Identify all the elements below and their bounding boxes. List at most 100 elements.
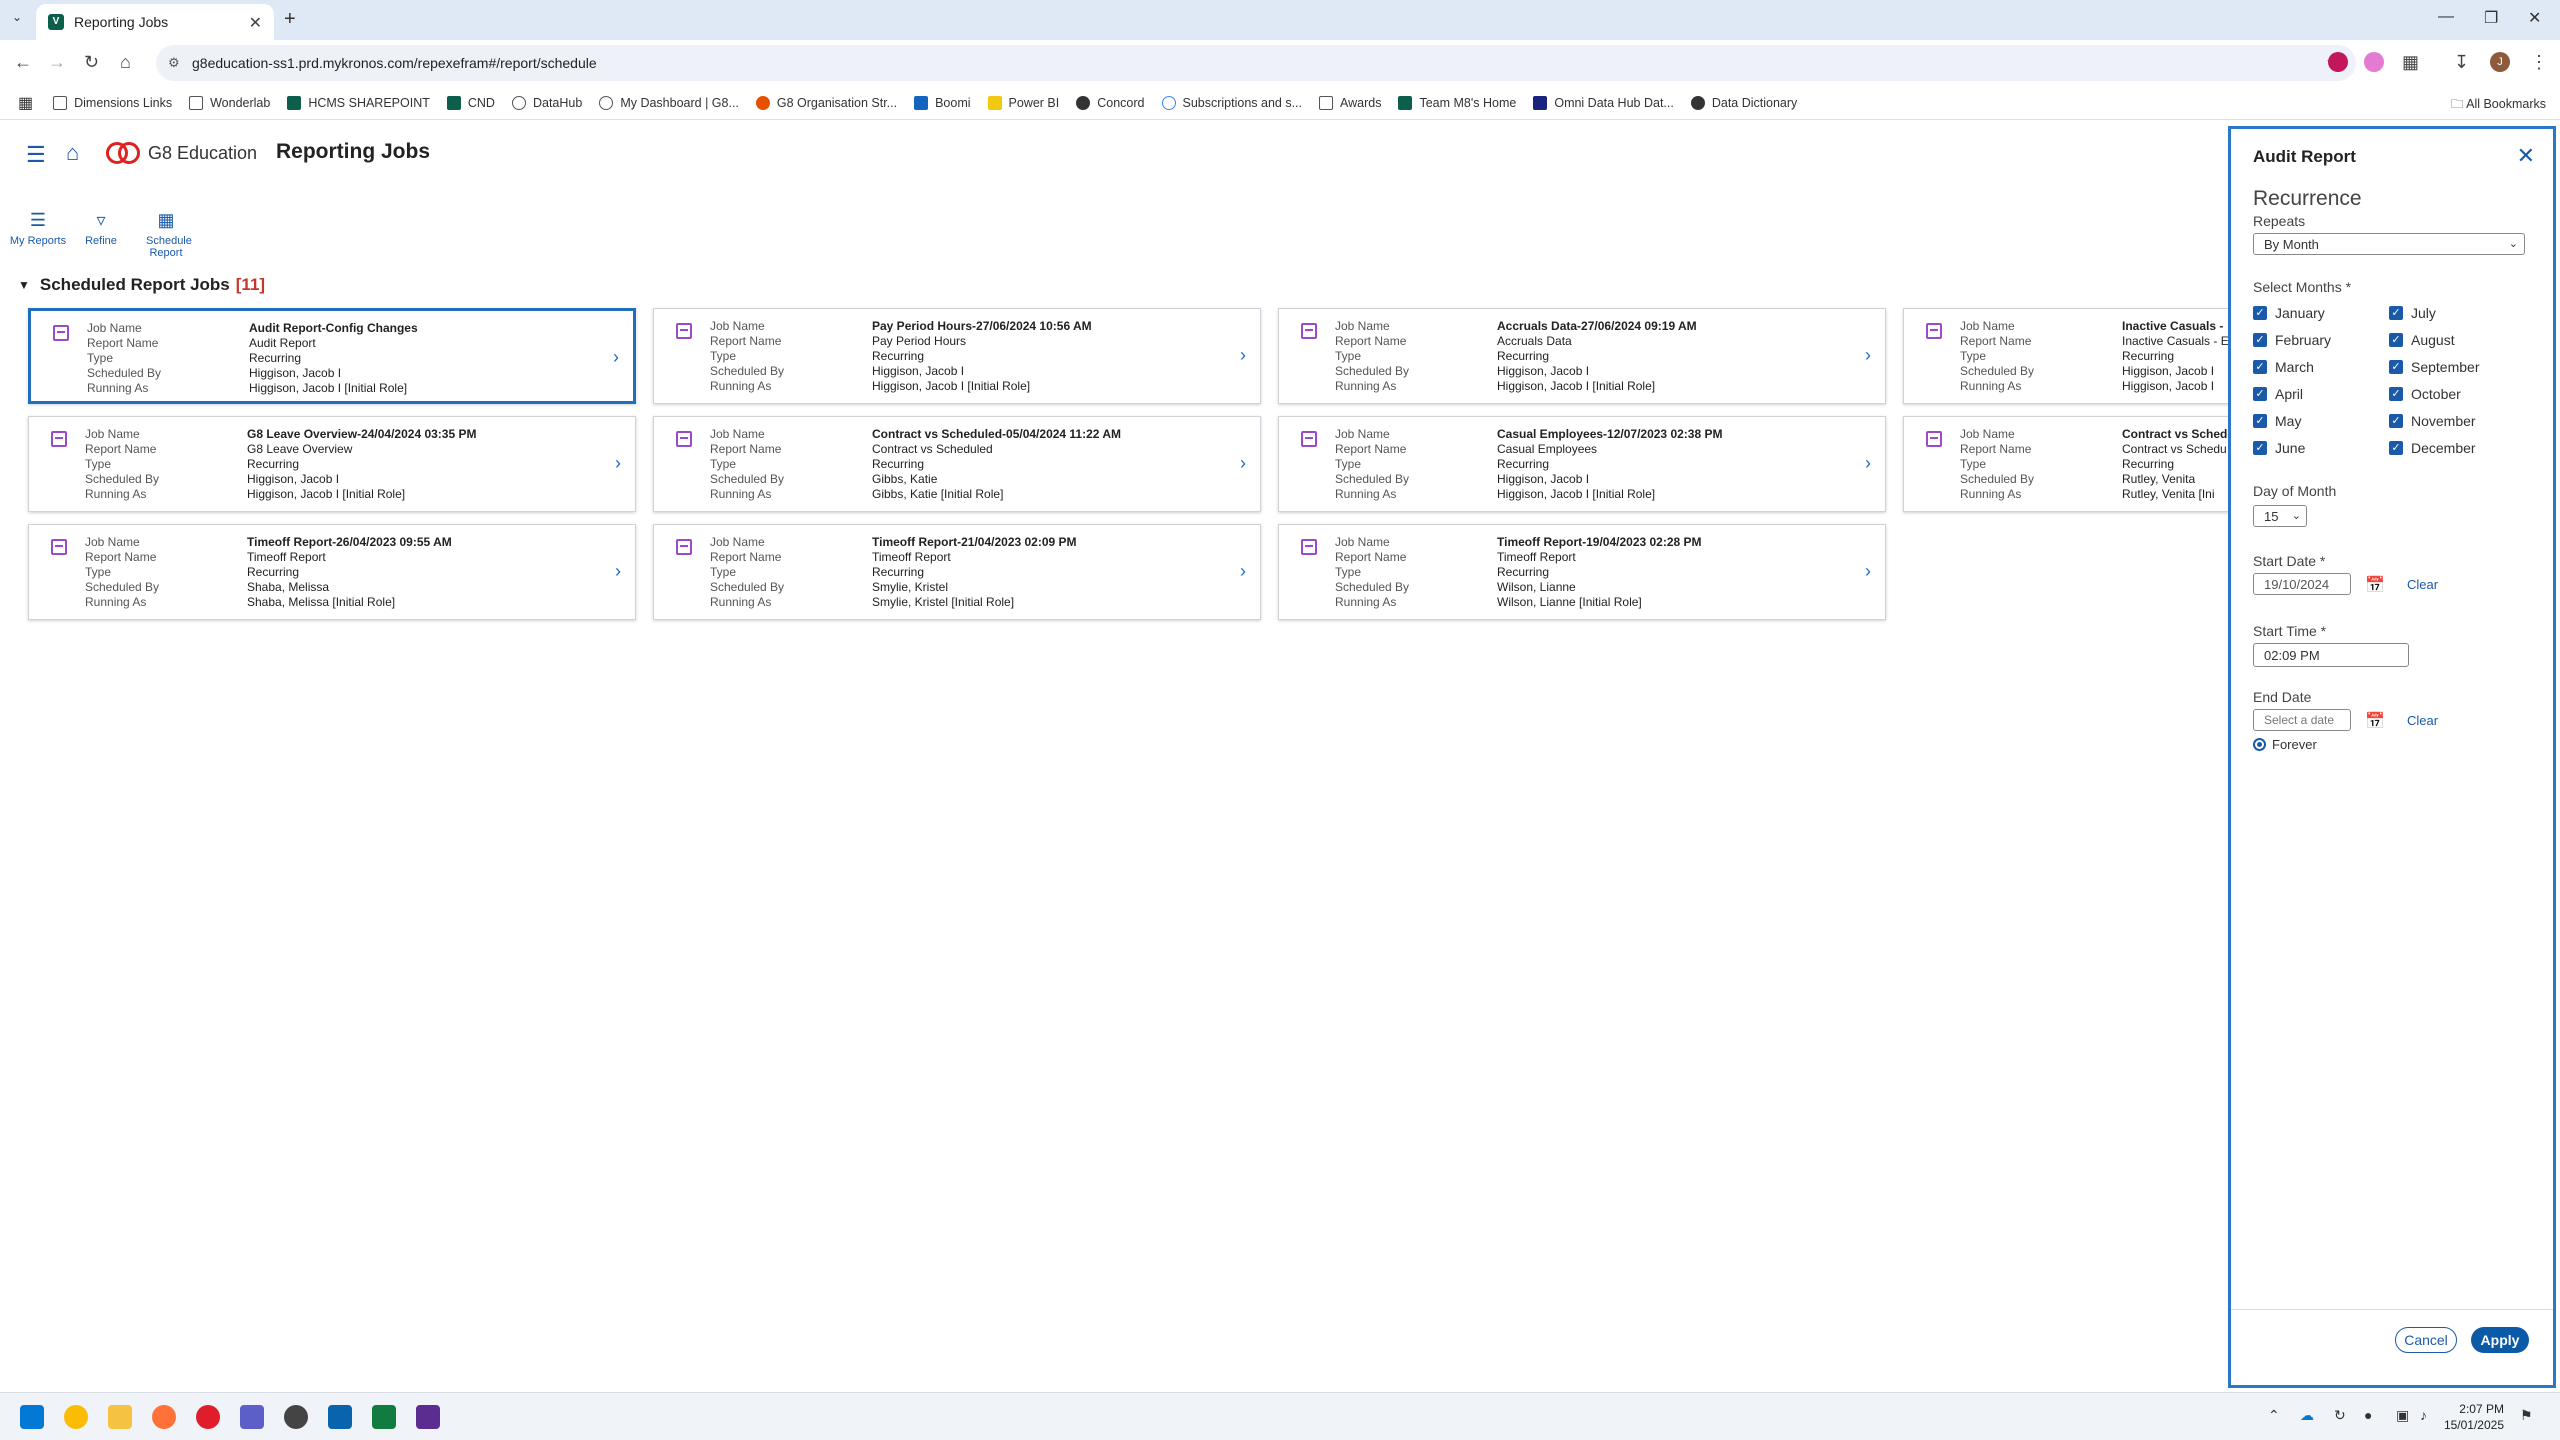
checkbox-checked-icon[interactable]: ✓	[2389, 306, 2403, 320]
checkbox-checked-icon[interactable]: ✓	[2253, 333, 2267, 347]
job-card[interactable]: Job Name Timeoff Report-21/04/2023 02:09 …	[653, 524, 1261, 620]
month-checkbox[interactable]: ✓ May	[2253, 413, 2301, 429]
media-player-icon[interactable]	[196, 1405, 220, 1429]
job-card[interactable]: Job Name Contract vs Scheduled-05/04/2024…	[653, 416, 1261, 512]
field-value: Higgison, Jacob I	[2122, 379, 2215, 393]
start-time-label: Start Time *	[2253, 623, 2327, 639]
field-value: Recurring	[872, 565, 925, 579]
chevron-right-icon[interactable]: ›	[1865, 561, 1871, 582]
chrome-icon[interactable]	[64, 1405, 88, 1429]
field-value: Higgison, Jacob I [Initial Role]	[1497, 379, 1656, 393]
checkbox-checked-icon[interactable]: ✓	[2253, 441, 2267, 455]
end-date-input[interactable]: Select a date	[2253, 709, 2351, 731]
chevron-right-icon[interactable]: ›	[1240, 345, 1246, 366]
field-label: Running As	[85, 487, 147, 501]
checkbox-checked-icon[interactable]: ✓	[2253, 306, 2267, 320]
chevron-right-icon[interactable]: ›	[1865, 345, 1871, 366]
calendar-icon[interactable]: 📅	[2365, 575, 2385, 595]
month-checkbox[interactable]: ✓ September	[2389, 359, 2479, 375]
checkbox-checked-icon[interactable]: ✓	[2389, 441, 2403, 455]
field-label: Running As	[87, 381, 149, 395]
clear-start-date-link[interactable]: Clear	[2407, 577, 2438, 592]
job-card[interactable]: Job Name Contract vs Sched Report Name Cont…	[1903, 416, 2228, 512]
field-label: Type	[85, 457, 112, 471]
outlook-icon[interactable]	[328, 1405, 352, 1429]
teams-icon[interactable]	[240, 1405, 264, 1429]
field-value: Higgison, Jacob I	[1497, 364, 1590, 378]
system-clock[interactable]: 2:07 PM 15/01/2025	[2444, 1401, 2504, 1433]
job-card[interactable]: Job Name Inactive Casuals - Report Name Ina…	[1903, 308, 2228, 404]
day-of-month-select[interactable]: 15 ⌄	[2253, 505, 2307, 527]
month-checkbox[interactable]: ✓ April	[2253, 386, 2303, 402]
network-icon[interactable]: ▣	[2396, 1407, 2409, 1424]
month-checkbox[interactable]: ✓ February	[2253, 332, 2331, 348]
month-checkbox[interactable]: ✓ March	[2253, 359, 2314, 375]
job-card[interactable]: Job Name Timeoff Report-26/04/2023 09:55 …	[28, 524, 636, 620]
all-bookmarks-button[interactable]: 🗀 All Bookmarks	[2451, 95, 2546, 116]
profile-avatar[interactable]: J	[2490, 52, 2510, 72]
job-card[interactable]: Job Name Accruals Data-27/06/2024 09:19 A…	[1278, 308, 1886, 404]
microphone-icon[interactable]: ●	[2364, 1407, 2372, 1423]
chevron-right-icon[interactable]: ›	[1240, 453, 1246, 474]
calendar-report-icon	[676, 431, 692, 447]
minimize-icon[interactable]: —	[2438, 8, 2454, 26]
job-card[interactable]: Job Name Timeoff Report-19/04/2023 02:28 …	[1278, 524, 1886, 620]
checkbox-checked-icon[interactable]: ✓	[2253, 360, 2267, 374]
restore-icon[interactable]: ❐	[2484, 8, 2498, 28]
checkbox-checked-icon[interactable]: ✓	[2253, 414, 2267, 428]
forever-radio[interactable]: Forever	[2253, 737, 2317, 752]
checkbox-checked-icon[interactable]: ✓	[2389, 333, 2403, 347]
month-checkbox[interactable]: ✓ July	[2389, 305, 2436, 321]
chevron-right-icon[interactable]: ›	[1240, 561, 1246, 582]
field-value: Contract vs Sched	[2122, 427, 2228, 441]
month-checkbox[interactable]: ✓ June	[2253, 440, 2305, 456]
firefox-icon[interactable]	[152, 1405, 176, 1429]
field-label: Job Name	[85, 535, 140, 549]
window-close-icon[interactable]: ✕	[2528, 8, 2541, 28]
field-label: Scheduled By	[710, 580, 785, 594]
start-date-input[interactable]: 19/10/2024	[2253, 573, 2351, 595]
field-label: Report Name	[1335, 334, 1407, 348]
notifications-icon[interactable]: ⚑	[2520, 1407, 2533, 1424]
downloads-icon[interactable]: ↧	[2454, 52, 2469, 73]
calendar-icon[interactable]: 📅	[2365, 711, 2385, 731]
chevron-right-icon[interactable]: ›	[613, 347, 619, 368]
cancel-button[interactable]: Cancel	[2395, 1327, 2457, 1353]
job-card[interactable]: Job Name Casual Employees-12/07/2023 02:3…	[1278, 416, 1886, 512]
checkbox-checked-icon[interactable]: ✓	[2389, 387, 2403, 401]
field-label: Type	[1335, 349, 1362, 363]
file-explorer-icon[interactable]	[108, 1405, 132, 1429]
extensions-puzzle-icon[interactable]: ▦	[2402, 52, 2419, 73]
day-of-month-label: Day of Month	[2253, 483, 2337, 499]
chevron-right-icon[interactable]: ›	[1865, 453, 1871, 474]
month-checkbox[interactable]: ✓ October	[2389, 386, 2461, 402]
start-time-input[interactable]: 02:09 PM	[2253, 643, 2409, 667]
browser-menu-icon[interactable]: ⋮	[2530, 52, 2548, 73]
tray-overflow-icon[interactable]: ⌃	[2268, 1407, 2280, 1424]
job-card[interactable]: Job Name Pay Period Hours-27/06/2024 10:5…	[653, 308, 1261, 404]
apply-button[interactable]: Apply	[2471, 1327, 2529, 1353]
extension-icon[interactable]	[2364, 52, 2384, 72]
job-card[interactable]: Job Name G8 Leave Overview-24/04/2024 03:…	[28, 416, 636, 512]
chevron-right-icon[interactable]: ›	[615, 453, 621, 474]
checkbox-checked-icon[interactable]: ✓	[2253, 387, 2267, 401]
clear-end-date-link[interactable]: Clear	[2407, 713, 2438, 728]
onedrive-icon[interactable]: ☁	[2300, 1407, 2314, 1424]
month-checkbox[interactable]: ✓ January	[2253, 305, 2325, 321]
checkbox-checked-icon[interactable]: ✓	[2389, 414, 2403, 428]
month-checkbox[interactable]: ✓ November	[2389, 413, 2476, 429]
extension-icon[interactable]	[2328, 52, 2348, 72]
windows-start-icon[interactable]	[20, 1405, 44, 1429]
app-icon[interactable]	[416, 1405, 440, 1429]
volume-icon[interactable]: ♪	[2420, 1407, 2427, 1423]
repeats-select[interactable]: By Month ⌄	[2253, 233, 2525, 255]
month-checkbox[interactable]: ✓ December	[2389, 440, 2476, 456]
close-panel-icon[interactable]: ✕	[2517, 143, 2535, 169]
sync-icon[interactable]: ↻	[2334, 1407, 2346, 1424]
month-checkbox[interactable]: ✓ August	[2389, 332, 2455, 348]
job-card[interactable]: Job Name Audit Report-Config Changes Repor…	[28, 308, 636, 404]
checkbox-checked-icon[interactable]: ✓	[2389, 360, 2403, 374]
chatgpt-icon[interactable]	[284, 1405, 308, 1429]
excel-icon[interactable]	[372, 1405, 396, 1429]
chevron-right-icon[interactable]: ›	[615, 561, 621, 582]
